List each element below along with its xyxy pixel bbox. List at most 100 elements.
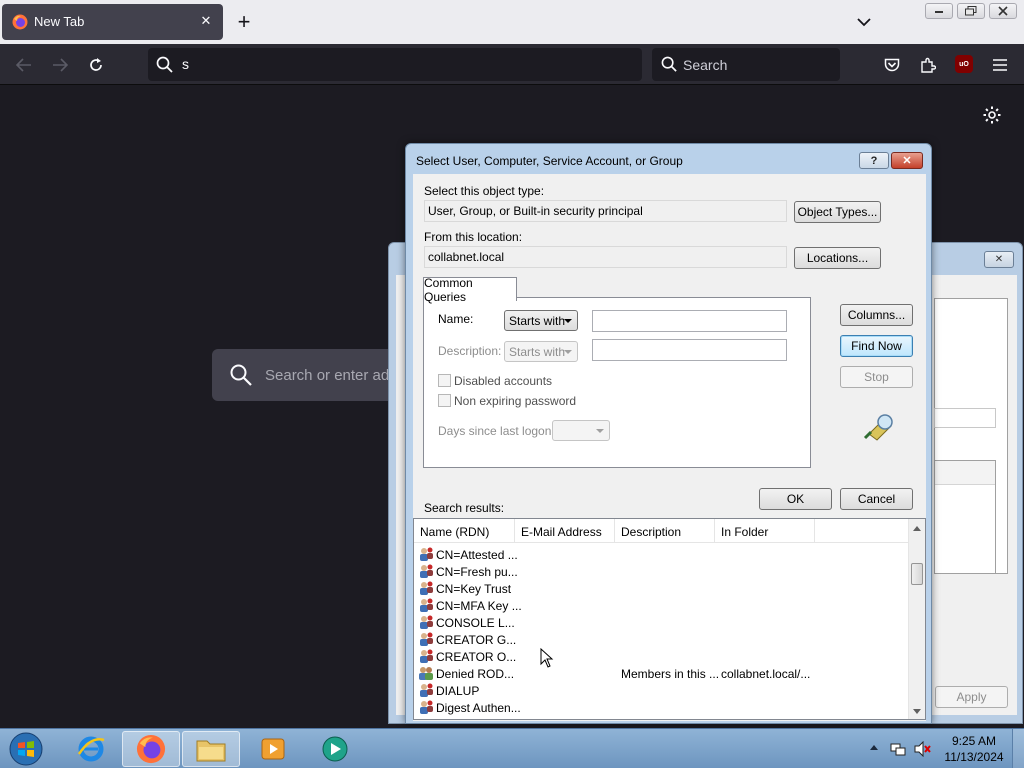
dialog-title: Select User, Computer, Service Account, … <box>416 154 683 168</box>
group-icon <box>418 683 434 698</box>
table-row[interactable]: Digest Authen... <box>414 699 910 716</box>
properties-list[interactable] <box>934 460 996 574</box>
table-row[interactable]: CN=Key Trust <box>414 580 910 597</box>
select-user-dialog: Select User, Computer, Service Account, … <box>405 143 932 724</box>
reload-icon[interactable] <box>82 52 110 78</box>
chevron-down-icon <box>596 429 604 433</box>
ublock-origin-icon[interactable]: uO <box>955 55 973 73</box>
cancel-button[interactable]: Cancel <box>840 488 913 510</box>
url-bar[interactable]: s <box>148 48 642 81</box>
close-icon[interactable]: ✕ <box>984 251 1014 268</box>
description-mode-value: Starts with <box>509 345 566 359</box>
common-queries-panel: Name: Starts with Description: Starts wi… <box>423 297 811 468</box>
extensions-icon[interactable] <box>914 52 942 78</box>
firefox-taskbar-icon[interactable] <box>122 731 180 767</box>
show-hidden-icons-icon[interactable] <box>870 745 878 750</box>
help-button[interactable]: ? <box>859 152 889 169</box>
forward-arrow-icon[interactable] <box>46 52 74 78</box>
days-since-logon-select[interactable] <box>552 420 610 441</box>
ok-button[interactable]: OK <box>759 488 832 510</box>
start-button[interactable] <box>6 731 46 767</box>
disabled-accounts-checkbox[interactable] <box>438 374 451 387</box>
group-icon <box>418 581 434 596</box>
remote-app-icon[interactable] <box>306 731 364 767</box>
column-header-name[interactable]: Name (RDN) <box>414 519 515 543</box>
url-input[interactable]: s <box>182 56 189 72</box>
show-desktop-button[interactable] <box>1012 729 1024 768</box>
name-input[interactable] <box>592 310 787 332</box>
cell-name: CN=Key Trust <box>436 582 512 596</box>
description-mode-select[interactable]: Starts with <box>504 341 578 362</box>
window-close-button[interactable] <box>989 3 1017 19</box>
columns-button[interactable]: Columns... <box>840 304 913 326</box>
cell-name: Digest Authen... <box>436 701 521 715</box>
cell-name: CREATOR O... <box>436 650 517 664</box>
find-now-button[interactable]: Find Now <box>840 335 913 357</box>
cell-name: CN=Attested ... <box>436 548 518 562</box>
search-icon <box>230 364 252 386</box>
security-group-icon <box>418 666 434 681</box>
table-row[interactable]: Denied ROD... Members in this ... collabne… <box>414 665 910 682</box>
settings-gear-icon[interactable] <box>982 105 1002 128</box>
tab-new-tab[interactable]: New Tab ✕ <box>2 4 223 40</box>
restore-button[interactable] <box>957 3 985 19</box>
apply-button[interactable]: Apply <box>935 686 1008 708</box>
locations-button[interactable]: Locations... <box>794 247 881 269</box>
table-row[interactable]: CN=MFA Key ... <box>414 597 910 614</box>
firefox-icon <box>12 14 28 30</box>
table-row[interactable]: CREATOR G... <box>414 631 910 648</box>
cell-name: DIALUP <box>436 684 480 698</box>
location-label: From this location: <box>424 230 523 244</box>
description-label: Description: <box>438 344 502 358</box>
table-row[interactable]: CN=Attested ... <box>414 546 910 563</box>
properties-field[interactable] <box>934 408 996 428</box>
pocket-icon[interactable] <box>878 52 906 78</box>
volume-muted-icon[interactable] <box>914 740 932 760</box>
network-icon[interactable] <box>890 741 906 760</box>
column-header-in-folder[interactable]: In Folder <box>715 519 815 543</box>
table-row[interactable]: CONSOLE L... <box>414 614 910 631</box>
name-mode-select[interactable]: Starts with <box>504 310 578 331</box>
scroll-up-icon[interactable] <box>913 526 921 531</box>
internet-explorer-icon[interactable] <box>62 731 120 767</box>
results-scrollbar[interactable] <box>908 519 925 719</box>
list-tabs-chevron-icon[interactable] <box>852 10 876 34</box>
tab-bar: New Tab ✕ + <box>0 0 1024 44</box>
table-row[interactable]: CREATOR O... <box>414 648 910 665</box>
scroll-thumb[interactable] <box>911 563 923 585</box>
chevron-down-icon <box>564 319 572 323</box>
system-clock[interactable]: 9:25 AM 11/13/2024 <box>940 733 1008 765</box>
back-arrow-icon[interactable] <box>10 52 38 78</box>
column-header-email[interactable]: E-Mail Address <box>515 519 615 543</box>
table-row[interactable]: DIALUP <box>414 682 910 699</box>
group-icon <box>418 632 434 647</box>
object-type-label: Select this object type: <box>424 184 545 198</box>
search-bar[interactable]: Search <box>652 48 840 81</box>
file-explorer-icon[interactable] <box>182 731 240 767</box>
minimize-button[interactable] <box>925 3 953 19</box>
cell-description: Members in this ... <box>621 667 720 681</box>
menu-hamburger-icon[interactable] <box>986 52 1014 78</box>
media-player-icon[interactable] <box>244 731 302 767</box>
new-tab-button[interactable]: + <box>232 9 256 34</box>
tab-close-icon[interactable]: ✕ <box>197 12 215 30</box>
search-placeholder: Search <box>683 57 728 73</box>
dialog-close-button[interactable]: ✕ <box>891 152 923 169</box>
clock-time: 9:25 AM <box>951 734 997 748</box>
home-search-box[interactable]: Search or enter address <box>212 349 412 401</box>
search-results-list[interactable]: Name (RDN) E-Mail Address Description In… <box>413 518 926 720</box>
non-expiring-password-checkbox[interactable] <box>438 394 451 407</box>
column-header-description[interactable]: Description <box>615 519 715 543</box>
location-field: collabnet.local <box>424 246 787 268</box>
description-input[interactable] <box>592 339 787 361</box>
scroll-down-icon[interactable] <box>913 709 921 714</box>
search-flashlight-icon <box>863 412 897 442</box>
table-row[interactable]: CN=Fresh pu... <box>414 563 910 580</box>
tab-common-queries[interactable]: Common Queries <box>423 276 517 304</box>
cell-name: CN=MFA Key ... <box>436 599 522 613</box>
group-icon <box>418 700 434 715</box>
object-types-button[interactable]: Object Types... <box>794 201 881 223</box>
name-label: Name: <box>438 312 474 326</box>
search-results-label: Search results: <box>424 501 505 515</box>
stop-button[interactable]: Stop <box>840 366 913 388</box>
